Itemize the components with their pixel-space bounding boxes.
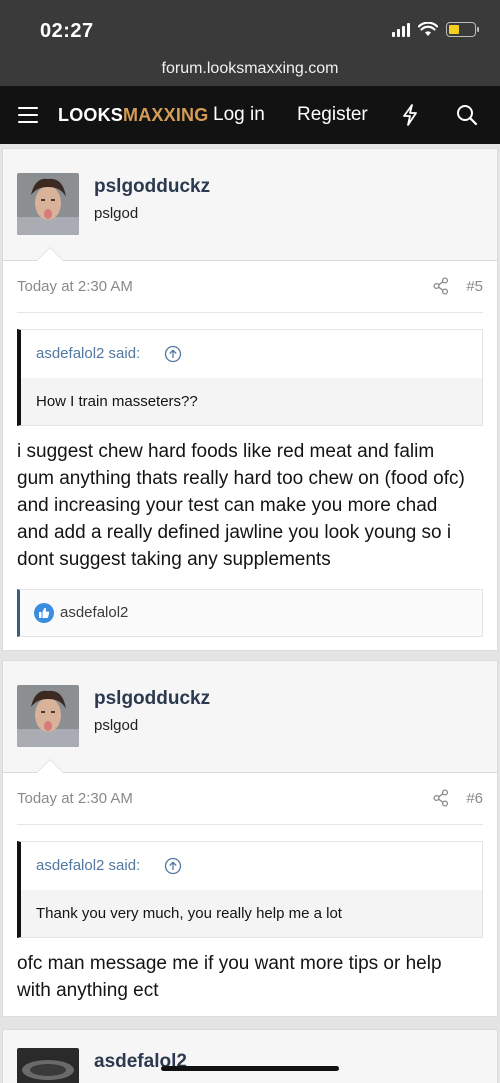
- status-bar: 02:27: [0, 0, 500, 56]
- username[interactable]: pslgodduckz: [94, 176, 210, 198]
- reactions-bar[interactable]: asdefalol2: [17, 589, 483, 637]
- user-title: pslgod: [94, 717, 139, 734]
- status-time: 02:27: [40, 20, 94, 42]
- quote-header: asdefalol2 said:: [21, 842, 482, 890]
- post-message: ofc man message me if you want more tips…: [17, 953, 442, 1001]
- post-5: pslgodduckz pslgod Today at 2:30 AM #5 a…: [2, 148, 498, 651]
- post-message: i suggest chew hard foods like red meat …: [17, 441, 465, 570]
- quote-author[interactable]: asdefalol2 said:: [36, 857, 140, 874]
- post-6: pslgodduckz pslgod Today at 2:30 AM #6 a…: [2, 660, 498, 1017]
- user-header: pslgodduckz pslgod: [3, 661, 497, 773]
- quote-text: How I train masseters??: [21, 378, 482, 425]
- share-icon[interactable]: [433, 277, 449, 295]
- username[interactable]: pslgodduckz: [94, 688, 210, 710]
- status-icons: [392, 22, 479, 37]
- search-icon[interactable]: [455, 103, 479, 127]
- go-to-quote-icon[interactable]: [164, 345, 182, 363]
- caret-pointer: [36, 759, 64, 773]
- reaction-user[interactable]: asdefalol2: [60, 604, 128, 621]
- wifi-icon: [418, 22, 438, 36]
- quote-block: asdefalol2 said: Thank you very much, yo…: [17, 841, 483, 938]
- post-meta: Today at 2:30 AM #5: [17, 261, 483, 313]
- cellular-signal-icon: [392, 22, 410, 37]
- post-number[interactable]: #6: [466, 790, 483, 807]
- url-text: forum.looksmaxxing.com: [161, 60, 339, 77]
- post-date[interactable]: Today at 2:30 AM: [17, 790, 133, 807]
- site-navbar: LOOKSMAXXING Log in Register: [0, 86, 500, 144]
- quote-author[interactable]: asdefalol2 said:: [36, 345, 140, 362]
- quote-header: asdefalol2 said:: [21, 330, 482, 378]
- user-header: pslgodduckz pslgod: [3, 149, 497, 261]
- whats-new-bolt-icon[interactable]: [400, 103, 420, 127]
- menu-icon[interactable]: [18, 107, 38, 123]
- site-logo[interactable]: LOOKSMAXXING: [58, 105, 208, 126]
- register-link[interactable]: Register: [297, 104, 368, 126]
- quote-block: asdefalol2 said: How I train masseters??: [17, 329, 483, 426]
- like-icon: [34, 603, 54, 623]
- avatar[interactable]: [17, 685, 79, 747]
- avatar[interactable]: [17, 1048, 79, 1083]
- post-date[interactable]: Today at 2:30 AM: [17, 278, 133, 295]
- share-icon[interactable]: [433, 789, 449, 807]
- quote-text: Thank you very much, you really help me …: [21, 890, 482, 937]
- logo-part-1: LOOKS: [58, 105, 124, 125]
- battery-icon: [446, 22, 479, 37]
- user-title: pslgod: [94, 205, 139, 222]
- post-7: asdefalol2: [2, 1029, 498, 1083]
- home-indicator[interactable]: [161, 1066, 339, 1071]
- post-meta: Today at 2:30 AM #6: [17, 773, 483, 825]
- logo-part-2: MAXXING: [123, 105, 209, 125]
- avatar[interactable]: [17, 173, 79, 235]
- login-link[interactable]: Log in: [213, 104, 265, 126]
- caret-pointer: [36, 247, 64, 261]
- url-bar[interactable]: forum.looksmaxxing.com: [0, 56, 500, 86]
- go-to-quote-icon[interactable]: [164, 857, 182, 875]
- user-header: asdefalol2: [3, 1030, 497, 1083]
- post-number[interactable]: #5: [466, 278, 483, 295]
